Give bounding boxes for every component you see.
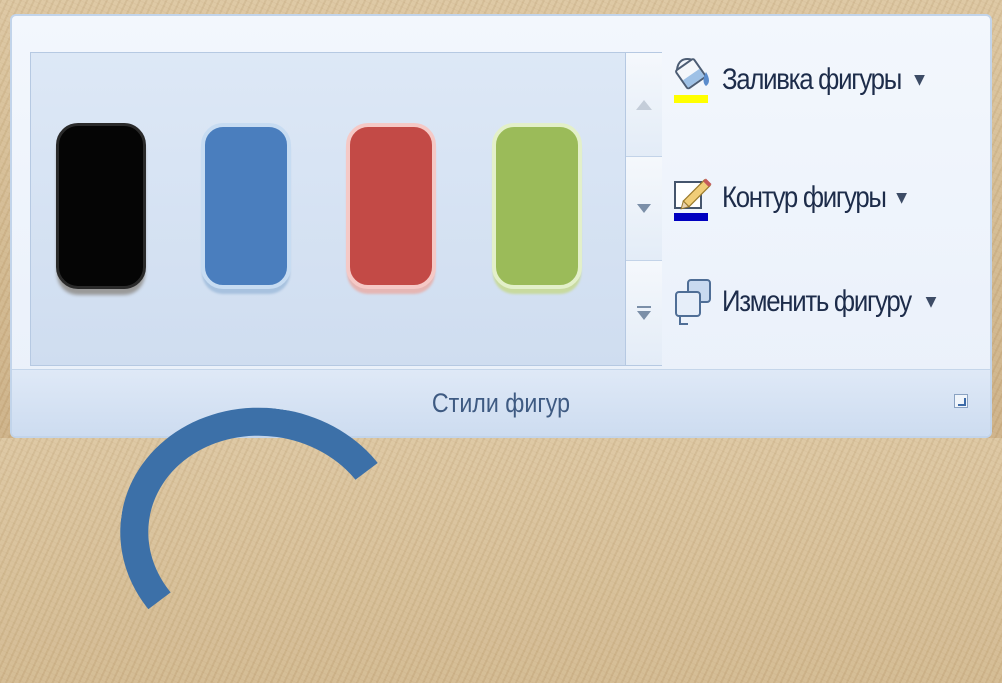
group-title: Стили фигур: [431, 388, 571, 418]
shape-outline-label: Контур фигуры: [722, 181, 887, 214]
gallery-scroll-down-button[interactable]: [626, 157, 662, 261]
gallery-scroll-up-button[interactable]: [626, 53, 662, 157]
pencil-outline-icon: [670, 172, 718, 224]
gallery-scrollbar: [625, 53, 662, 365]
shape-style-blue[interactable]: [201, 123, 291, 289]
shape-style-black[interactable]: [56, 123, 146, 289]
shape-style-green[interactable]: [492, 123, 582, 289]
shape-outline-button[interactable]: Контур фигуры ▼: [670, 168, 907, 228]
dropdown-arrow-icon: ▼: [896, 190, 908, 206]
fill-color-underline: [674, 95, 708, 103]
expand-gallery-icon: [637, 306, 651, 320]
outline-color-underline: [674, 213, 708, 221]
shape-fill-button[interactable]: Заливка фигуры ▼: [670, 50, 925, 110]
shape-styles-gallery: [30, 52, 662, 366]
change-shape-icon: [670, 276, 718, 328]
gallery-more-button[interactable]: [626, 261, 662, 365]
chevron-down-icon: [637, 204, 651, 213]
chevron-up-icon: [636, 99, 652, 110]
ribbon-group-shape-styles: Заливка фигуры ▼ Контур фигуры ▼ Изменит…: [10, 14, 992, 438]
dialog-launcher-icon[interactable]: [954, 394, 968, 408]
shape-fill-label: Заливка фигуры: [722, 63, 902, 96]
shape-style-red[interactable]: [346, 123, 436, 289]
page: { "ribbon_group": { "title": "Стили фигу…: [0, 0, 1002, 683]
paint-bucket-icon: [670, 54, 718, 106]
group-footer: Стили фигур: [12, 369, 990, 436]
dropdown-arrow-icon: ▼: [914, 72, 925, 88]
change-shape-button[interactable]: Изменить фигуру ▼: [670, 272, 936, 332]
change-shape-label: Изменить фигуру: [722, 285, 912, 318]
dropdown-arrow-icon: ▼: [925, 294, 937, 310]
